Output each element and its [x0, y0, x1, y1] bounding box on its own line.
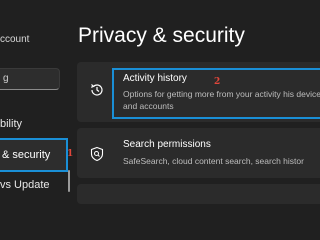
- sidebar-item-privacy-security[interactable]: & security: [0, 138, 68, 172]
- activity-history-description: Options for getting more from your activ…: [123, 89, 320, 111]
- annotation-marker-2: 2: [214, 77, 221, 87]
- search-permissions-title: Search permissions: [123, 139, 211, 150]
- page-title: Privacy & security: [78, 24, 245, 47]
- account-label[interactable]: ccount: [0, 34, 29, 45]
- sidebar-item-windows-update[interactable]: vs Update: [0, 179, 50, 191]
- search-permissions-card[interactable]: Search permissions SafeSearch, cloud con…: [77, 128, 320, 178]
- sidebar-scrollbar[interactable]: [68, 170, 70, 192]
- settings-sidebar: ccount g bility & security vs Update: [0, 0, 70, 200]
- search-permissions-icon: [89, 146, 105, 167]
- activity-history-title: Activity history: [123, 73, 187, 84]
- activity-history-card[interactable]: Activity history Options for getting mor…: [77, 62, 320, 122]
- sidebar-item-accessibility[interactable]: bility: [0, 118, 22, 130]
- annotation-marker-1: 1: [67, 149, 74, 159]
- search-permissions-description: SafeSearch, cloud content search, search…: [123, 156, 304, 166]
- settings-search-input[interactable]: g: [0, 68, 60, 90]
- next-settings-card[interactable]: [77, 184, 320, 204]
- activity-history-icon: [89, 82, 105, 103]
